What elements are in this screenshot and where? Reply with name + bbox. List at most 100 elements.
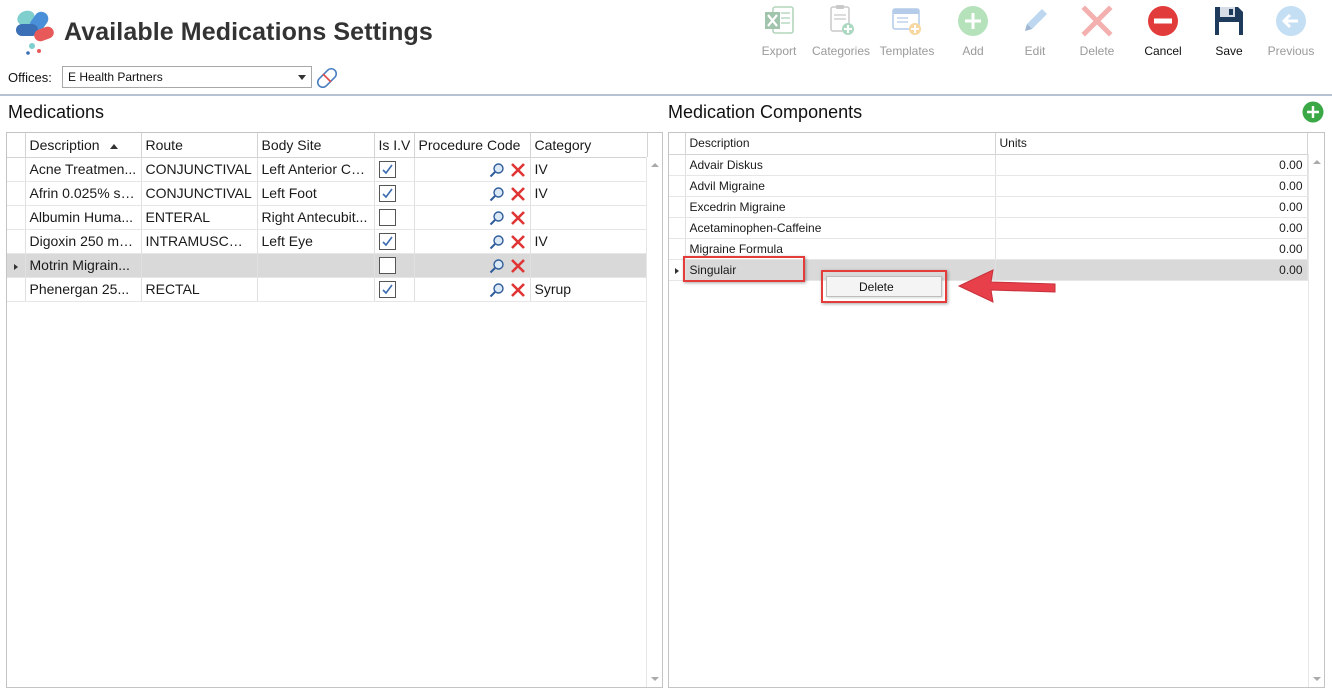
search-icon[interactable] xyxy=(489,258,505,274)
cell-category[interactable]: IV xyxy=(530,181,648,206)
table-row[interactable]: Advair Diskus 0.00 xyxy=(669,154,1308,176)
cell-body-site[interactable]: Left Foot xyxy=(257,181,375,206)
column-header-route[interactable]: Route xyxy=(141,133,258,158)
cell-route[interactable]: CONJUNCTIVAL xyxy=(141,181,258,206)
cell-route[interactable]: RECTAL xyxy=(141,277,258,302)
cell-description[interactable]: Albumin Huma... xyxy=(25,205,142,230)
chevron-down-icon xyxy=(298,75,306,80)
cell-procedure-code xyxy=(414,253,531,278)
is-iv-checkbox[interactable] xyxy=(378,280,396,298)
cell-category[interactable]: IV xyxy=(530,157,648,182)
cell-units[interactable]: 0.00 xyxy=(995,175,1308,197)
row-indicator xyxy=(7,277,26,302)
cell-units[interactable]: 0.00 xyxy=(995,217,1308,239)
cell-body-site[interactable] xyxy=(257,277,375,302)
cell-category[interactable]: Syrup xyxy=(530,277,648,302)
cell-description[interactable]: Excedrin Migraine xyxy=(685,196,996,218)
remove-icon[interactable] xyxy=(510,234,526,250)
is-iv-checkbox[interactable] xyxy=(378,256,396,274)
cell-units[interactable]: 0.00 xyxy=(995,196,1308,218)
templates-button[interactable]: Templates xyxy=(872,4,942,62)
table-row[interactable]: Afrin 0.025% so... CONJUNCTIVAL Left Foot I… xyxy=(7,181,648,206)
delete-button[interactable]: Delete xyxy=(1066,4,1128,62)
table-row[interactable]: Phenergan 25... RECTAL Syrup xyxy=(7,277,648,302)
export-button[interactable]: Export xyxy=(748,4,810,62)
cancel-button[interactable]: Cancel xyxy=(1128,4,1198,62)
column-header-description[interactable]: Description xyxy=(25,133,142,158)
cell-description[interactable]: Advair Diskus xyxy=(685,154,996,176)
highlight-singulair-row xyxy=(683,256,805,282)
table-row[interactable]: Acetaminophen-Caffeine 0.00 xyxy=(669,217,1308,239)
header: Available Medications Settings Offices: … xyxy=(0,0,1332,96)
search-icon[interactable] xyxy=(489,234,505,250)
medications-scrollbar[interactable] xyxy=(646,157,662,687)
components-scrollbar[interactable] xyxy=(1308,154,1324,687)
remove-icon[interactable] xyxy=(510,162,526,178)
cell-category[interactable]: IV xyxy=(530,229,648,254)
pill-icon[interactable] xyxy=(313,64,341,92)
cell-body-site[interactable] xyxy=(257,253,375,278)
cell-body-site[interactable]: Right Antecubit... xyxy=(257,205,375,230)
cell-category[interactable] xyxy=(530,253,648,278)
search-icon[interactable] xyxy=(489,186,505,202)
table-row[interactable]: Albumin Huma... ENTERAL Right Antecubit... xyxy=(7,205,648,230)
edit-label: Edit xyxy=(1024,44,1046,58)
table-row[interactable]: Excedrin Migraine 0.00 xyxy=(669,196,1308,218)
cell-description[interactable]: Advil Migraine xyxy=(685,175,996,197)
column-header-description[interactable]: Description xyxy=(685,133,996,155)
table-row[interactable]: Digoxin 250 mc... INTRAMUSCUL... Left Eye I… xyxy=(7,229,648,254)
remove-icon[interactable] xyxy=(510,258,526,274)
table-row[interactable]: Acne Treatmen... CONJUNCTIVAL Left Anterio… xyxy=(7,157,648,182)
scroll-down-icon[interactable] xyxy=(1313,677,1321,681)
column-header-body-site[interactable]: Body Site xyxy=(257,133,375,158)
search-icon[interactable] xyxy=(489,210,505,226)
search-icon[interactable] xyxy=(489,282,505,298)
is-iv-checkbox[interactable] xyxy=(378,160,396,178)
cell-description[interactable]: Phenergan 25... xyxy=(25,277,142,302)
remove-icon[interactable] xyxy=(510,282,526,298)
table-row[interactable]: Motrin Migrain... xyxy=(7,253,648,278)
scroll-up-icon[interactable] xyxy=(651,163,659,167)
edit-icon xyxy=(1025,9,1047,31)
cell-description[interactable]: Acne Treatmen... xyxy=(25,157,142,182)
table-row[interactable]: Advil Migraine 0.00 xyxy=(669,175,1308,197)
save-button[interactable]: Save xyxy=(1198,4,1260,62)
column-header-is-iv[interactable]: Is I.V xyxy=(374,133,415,158)
search-icon[interactable] xyxy=(489,162,505,178)
cell-description[interactable]: Motrin Migrain... xyxy=(25,253,142,278)
column-header-units[interactable]: Units xyxy=(995,133,1308,155)
add-button[interactable]: Add xyxy=(942,4,1004,62)
cell-body-site[interactable]: Left Eye xyxy=(257,229,375,254)
scroll-up-icon[interactable] xyxy=(1313,160,1321,164)
column-header-procedure-code[interactable]: Procedure Code xyxy=(414,133,531,158)
is-iv-checkbox[interactable] xyxy=(378,208,396,226)
remove-icon[interactable] xyxy=(510,210,526,226)
is-iv-checkbox[interactable] xyxy=(378,232,396,250)
cell-units[interactable]: 0.00 xyxy=(995,238,1308,260)
row-indicator xyxy=(669,217,686,239)
cell-description[interactable]: Afrin 0.025% so... xyxy=(25,181,142,206)
cell-body-site[interactable]: Left Anterior Ch... xyxy=(257,157,375,182)
row-indicator-header xyxy=(669,133,686,155)
cell-description[interactable]: Acetaminophen-Caffeine xyxy=(685,217,996,239)
cell-route[interactable]: INTRAMUSCUL... xyxy=(141,229,258,254)
scroll-down-icon[interactable] xyxy=(651,677,659,681)
cell-procedure-code xyxy=(414,157,531,182)
categories-button[interactable]: Categories xyxy=(810,4,872,62)
column-header-category[interactable]: Category xyxy=(530,133,648,158)
cell-is-iv xyxy=(374,253,415,278)
cell-category[interactable] xyxy=(530,205,648,230)
cell-description[interactable]: Digoxin 250 mc... xyxy=(25,229,142,254)
cell-units[interactable]: 0.00 xyxy=(995,154,1308,176)
cell-route[interactable]: ENTERAL xyxy=(141,205,258,230)
edit-button[interactable]: Edit xyxy=(1004,4,1066,62)
medications-table: Description Route Body Site Is I.V Proce… xyxy=(7,133,648,302)
cell-route[interactable]: CONJUNCTIVAL xyxy=(141,157,258,182)
add-component-icon[interactable] xyxy=(1302,101,1324,123)
remove-icon[interactable] xyxy=(510,186,526,202)
previous-button[interactable]: Previous xyxy=(1260,4,1322,62)
offices-dropdown[interactable]: E Health Partners xyxy=(62,66,312,88)
cell-route[interactable] xyxy=(141,253,258,278)
current-row-icon xyxy=(674,267,679,274)
is-iv-checkbox[interactable] xyxy=(378,184,396,202)
